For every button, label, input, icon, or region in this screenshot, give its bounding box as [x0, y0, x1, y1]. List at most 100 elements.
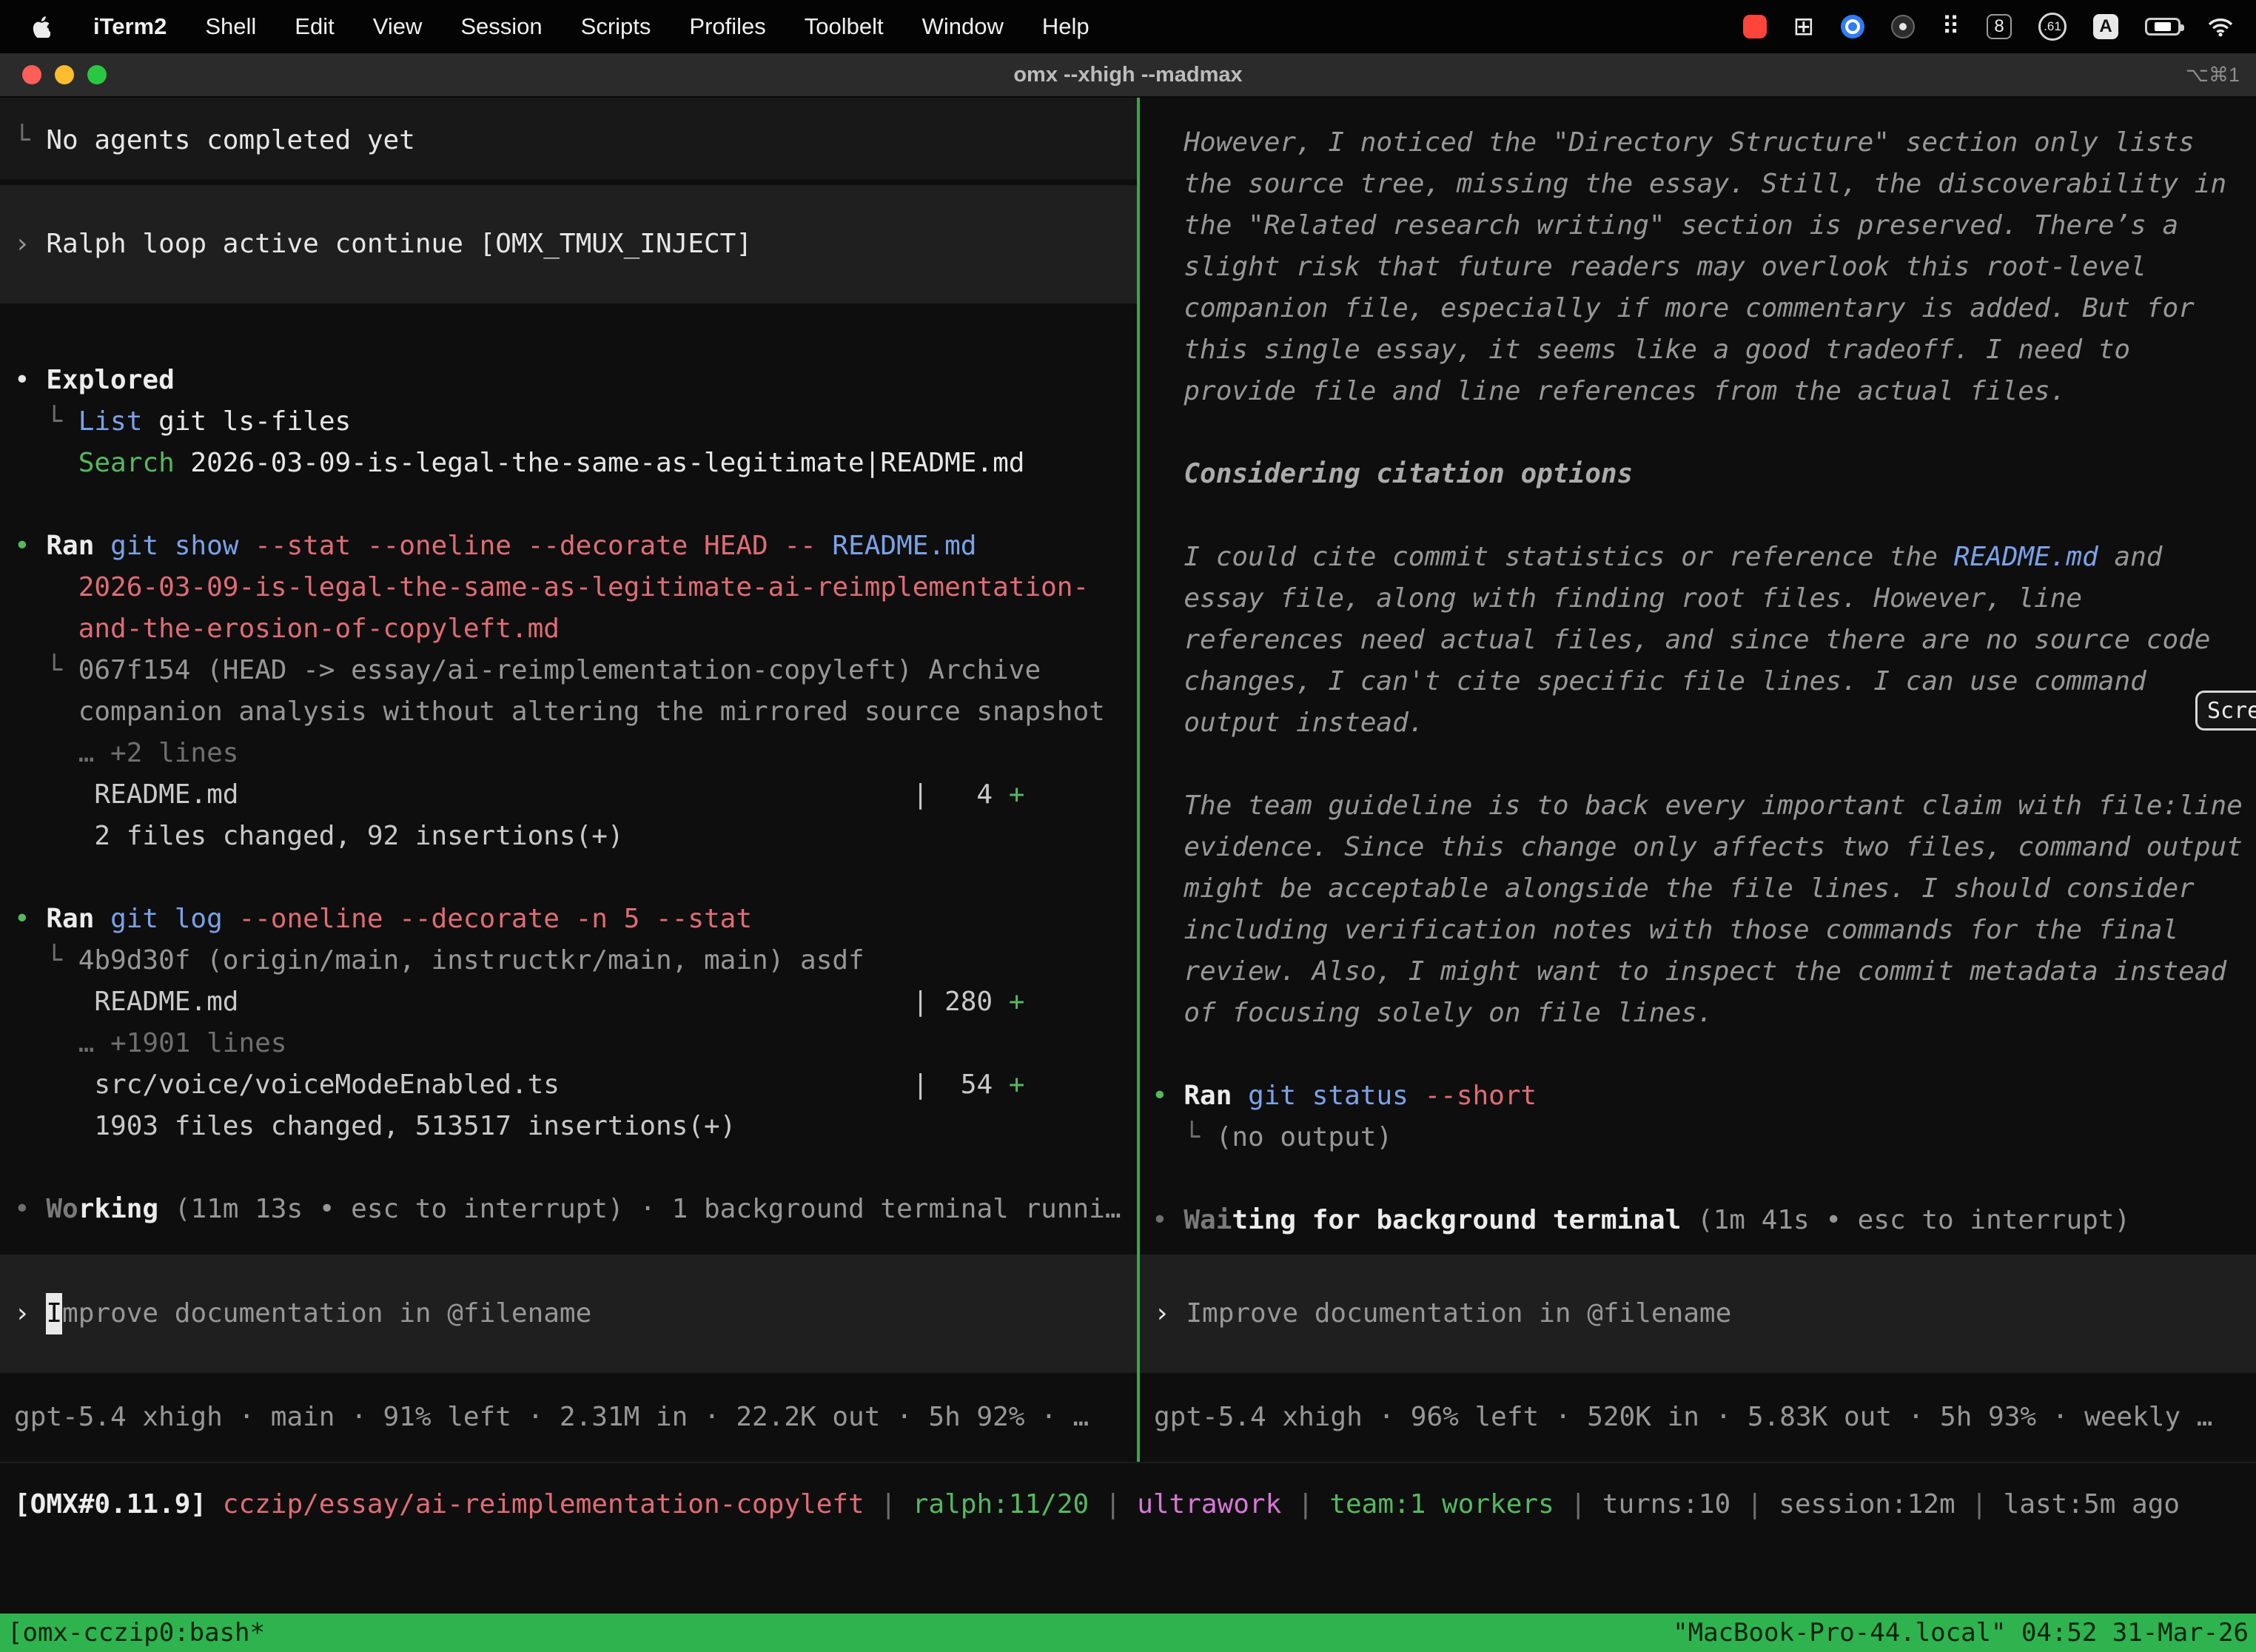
left-pane: └ No agents completed yet › Ralph loop a… — [0, 98, 1137, 1462]
menu-item-help[interactable]: Help — [1042, 13, 1090, 40]
terminal-line: the "Related research writing" section i… — [1152, 205, 2256, 246]
terminal-line: • Working (11m 13s • esc to interrupt) ·… — [14, 1189, 1137, 1230]
menu-item-profiles[interactable]: Profiles — [689, 13, 765, 40]
terminal-line: provide file and line references from th… — [1152, 371, 2256, 412]
battery-fill — [2155, 22, 2171, 31]
menu-bar: iTerm2 Shell Edit View Session Scripts Profile… — [0, 0, 2256, 53]
traffic-lights — [0, 65, 107, 84]
right-status-line: gpt-5.4 xhigh · 96% left · 520K in · 5.8… — [1140, 1373, 2256, 1462]
terminal-line: • Ran git status --short — [1152, 1075, 2256, 1117]
minimize-button[interactable] — [55, 65, 74, 84]
right-pane: However, I noticed the "Directory Struct… — [1140, 98, 2256, 1462]
terminal-line: • Waiting for background terminal (1m 41… — [1152, 1200, 2256, 1241]
terminal-line: companion analysis without altering the … — [14, 691, 1137, 733]
window-title: omx --xhigh --madmax — [0, 63, 2256, 87]
menu-item-window[interactable]: Window — [922, 13, 1004, 40]
right-transcript: However, I noticed the "Directory Struct… — [1140, 98, 2256, 1241]
battery-percent-icon[interactable]: .61 — [2038, 13, 2067, 41]
terminal-line: the source tree, missing the essay. Stil… — [1152, 164, 2256, 205]
menu-status-icons: ⊞ ⠿ 8 .61 A — [1743, 13, 2234, 41]
terminal-line: • Explored — [14, 360, 1137, 401]
menu-left: iTerm2 Shell Edit View Session Scripts Profile… — [33, 13, 1090, 40]
zoom-button[interactable] — [87, 65, 107, 84]
battery-icon[interactable] — [2145, 18, 2181, 36]
terminal-line: ​ — [1152, 744, 2256, 785]
terminal-line: might be acceptable alongside the file l… — [1152, 868, 2256, 910]
terminal-line: ​ — [1152, 495, 2256, 537]
terminal-line: essay file, along with finding root file… — [1152, 578, 2256, 620]
menu-item-edit[interactable]: Edit — [295, 13, 334, 40]
tmux-session-window: [omx-cczip0:bash* — [7, 1618, 265, 1648]
title-bar: omx --xhigh --madmax ⌥⌘1 — [0, 53, 2256, 98]
terminal-line: including verification notes with those … — [1152, 910, 2256, 951]
app-status-icon[interactable] — [1891, 15, 1915, 38]
menu-items: iTerm2 Shell Edit View Session Scripts Profile… — [93, 13, 1090, 40]
right-prompt-input[interactable]: › Improve documentation in @filename — [1140, 1255, 2256, 1373]
terminal-line: • Ran git log --oneline --decorate -n 5 … — [14, 899, 1137, 940]
screen-recording-icon[interactable] — [1743, 15, 1767, 38]
menu-item-session[interactable]: Session — [460, 13, 542, 40]
left-prompt-input[interactable]: › Improve documentation in @filename — [0, 1255, 1137, 1373]
terminal-line: However, I noticed the "Directory Struct… — [1152, 122, 2256, 164]
menu-item-toolbelt[interactable]: Toolbelt — [805, 13, 884, 40]
ralph-loop-banner: › Ralph loop active continue [OMX_TMUX_I… — [0, 185, 1137, 303]
terminal-line: ​ — [1152, 1158, 2256, 1200]
terminal-line: output instead. — [1152, 702, 2256, 744]
screen: { "menu_bar": { "items": ["iTerm2", "She… — [0, 0, 2256, 1652]
launcher-grid-icon[interactable]: ⠿ — [1941, 14, 1960, 39]
terminal-line: references need actual files, and since … — [1152, 620, 2256, 661]
terminal-line: companion file, especially if more comme… — [1152, 288, 2256, 329]
terminal-line: 2026-03-09-is-legal-the-same-as-legitima… — [14, 567, 1137, 608]
terminal-line: … +2 lines — [14, 733, 1137, 774]
terminal-line: ​ — [14, 857, 1137, 899]
menu-item-scripts[interactable]: Scripts — [581, 13, 651, 40]
terminal-line: … +1901 lines — [14, 1023, 1137, 1064]
terminal-line: ​ — [1152, 1034, 2256, 1075]
terminal-line: ​ — [14, 1147, 1137, 1189]
screen-edge-tooltip[interactable]: Scre — [2195, 691, 2256, 731]
terminal-line: └ List git ls-files — [14, 401, 1137, 443]
omx-status-bar: [OMX#0.11.9] cczip/essay/ai-reimplementa… — [0, 1462, 2256, 1614]
terminal-line: • Ran git show --stat --oneline --decora… — [14, 526, 1137, 567]
agents-status-box: └ No agents completed yet — [0, 98, 1137, 179]
docker-icon[interactable] — [1841, 15, 1864, 38]
tmux-host-time: "MacBook-Pro-44.local" 04:52 31-Mar-26 — [1673, 1618, 2249, 1648]
input-source-icon[interactable]: A — [2093, 14, 2118, 39]
terminal-line: slight risk that future readers may over… — [1152, 246, 2256, 288]
terminal-line: The team guideline is to back every impo… — [1152, 785, 2256, 827]
terminal-line: └ (no output) — [1152, 1117, 2256, 1158]
terminal-line: └ 4b9d30f (origin/main, instructkr/main,… — [14, 940, 1137, 981]
apple-icon[interactable] — [33, 16, 50, 38]
menu-item-view[interactable]: View — [373, 13, 423, 40]
terminal-line: review. Also, I might want to inspect th… — [1152, 951, 2256, 993]
left-transcript: • Explored └ List git ls-files Search 20… — [0, 303, 1137, 1230]
terminal-line: I could cite commit statistics or refere… — [1152, 537, 2256, 578]
menu-item-shell[interactable]: Shell — [205, 13, 256, 40]
left-status-line: gpt-5.4 xhigh · main · 91% left · 2.31M … — [0, 1373, 1137, 1462]
terminal-line: Considering citation options — [1152, 454, 2256, 495]
terminal-line: src/voice/voiceModeEnabled.ts | 54 + — [14, 1064, 1137, 1106]
terminal-panes: └ No agents completed yet › Ralph loop a… — [0, 98, 2256, 1462]
tmux-status-bar: [omx-cczip0:bash* "MacBook-Pro-44.local"… — [0, 1614, 2256, 1652]
terminal-line: evidence. Since this change only affects… — [1152, 827, 2256, 868]
terminal-line: this single essay, it seems like a good … — [1152, 329, 2256, 371]
menu-item-iterm2[interactable]: iTerm2 — [93, 13, 167, 40]
terminal-line: README.md | 280 + — [14, 981, 1137, 1023]
window-manager-icon[interactable]: ⊞ — [1793, 14, 1815, 39]
close-button[interactable] — [22, 65, 41, 84]
window-shortcut: ⌥⌘1 — [2186, 64, 2256, 87]
terminal-line: of focusing solely on file lines. — [1152, 993, 2256, 1034]
terminal-line: ​ — [1152, 412, 2256, 454]
keystroke-icon[interactable]: 8 — [1987, 14, 2012, 39]
right-scrollback: However, I noticed the "Directory Struct… — [1140, 98, 2256, 1255]
terminal-line: README.md | 4 + — [14, 774, 1137, 816]
left-scrollback: └ No agents completed yet › Ralph loop a… — [0, 98, 1137, 1255]
terminal-line: 1903 files changed, 513517 insertions(+) — [14, 1106, 1137, 1147]
terminal-line: 2 files changed, 92 insertions(+) — [14, 816, 1137, 857]
terminal-line: and-the-erosion-of-copyleft.md — [14, 608, 1137, 650]
terminal-line: Search 2026-03-09-is-legal-the-same-as-l… — [14, 443, 1137, 484]
wifi-icon[interactable] — [2207, 16, 2234, 37]
terminal-line: changes, I can't cite specific file line… — [1152, 661, 2256, 702]
terminal-line: └ 067f154 (HEAD -> essay/ai-reimplementa… — [14, 650, 1137, 691]
terminal-line: ​ — [14, 484, 1137, 526]
